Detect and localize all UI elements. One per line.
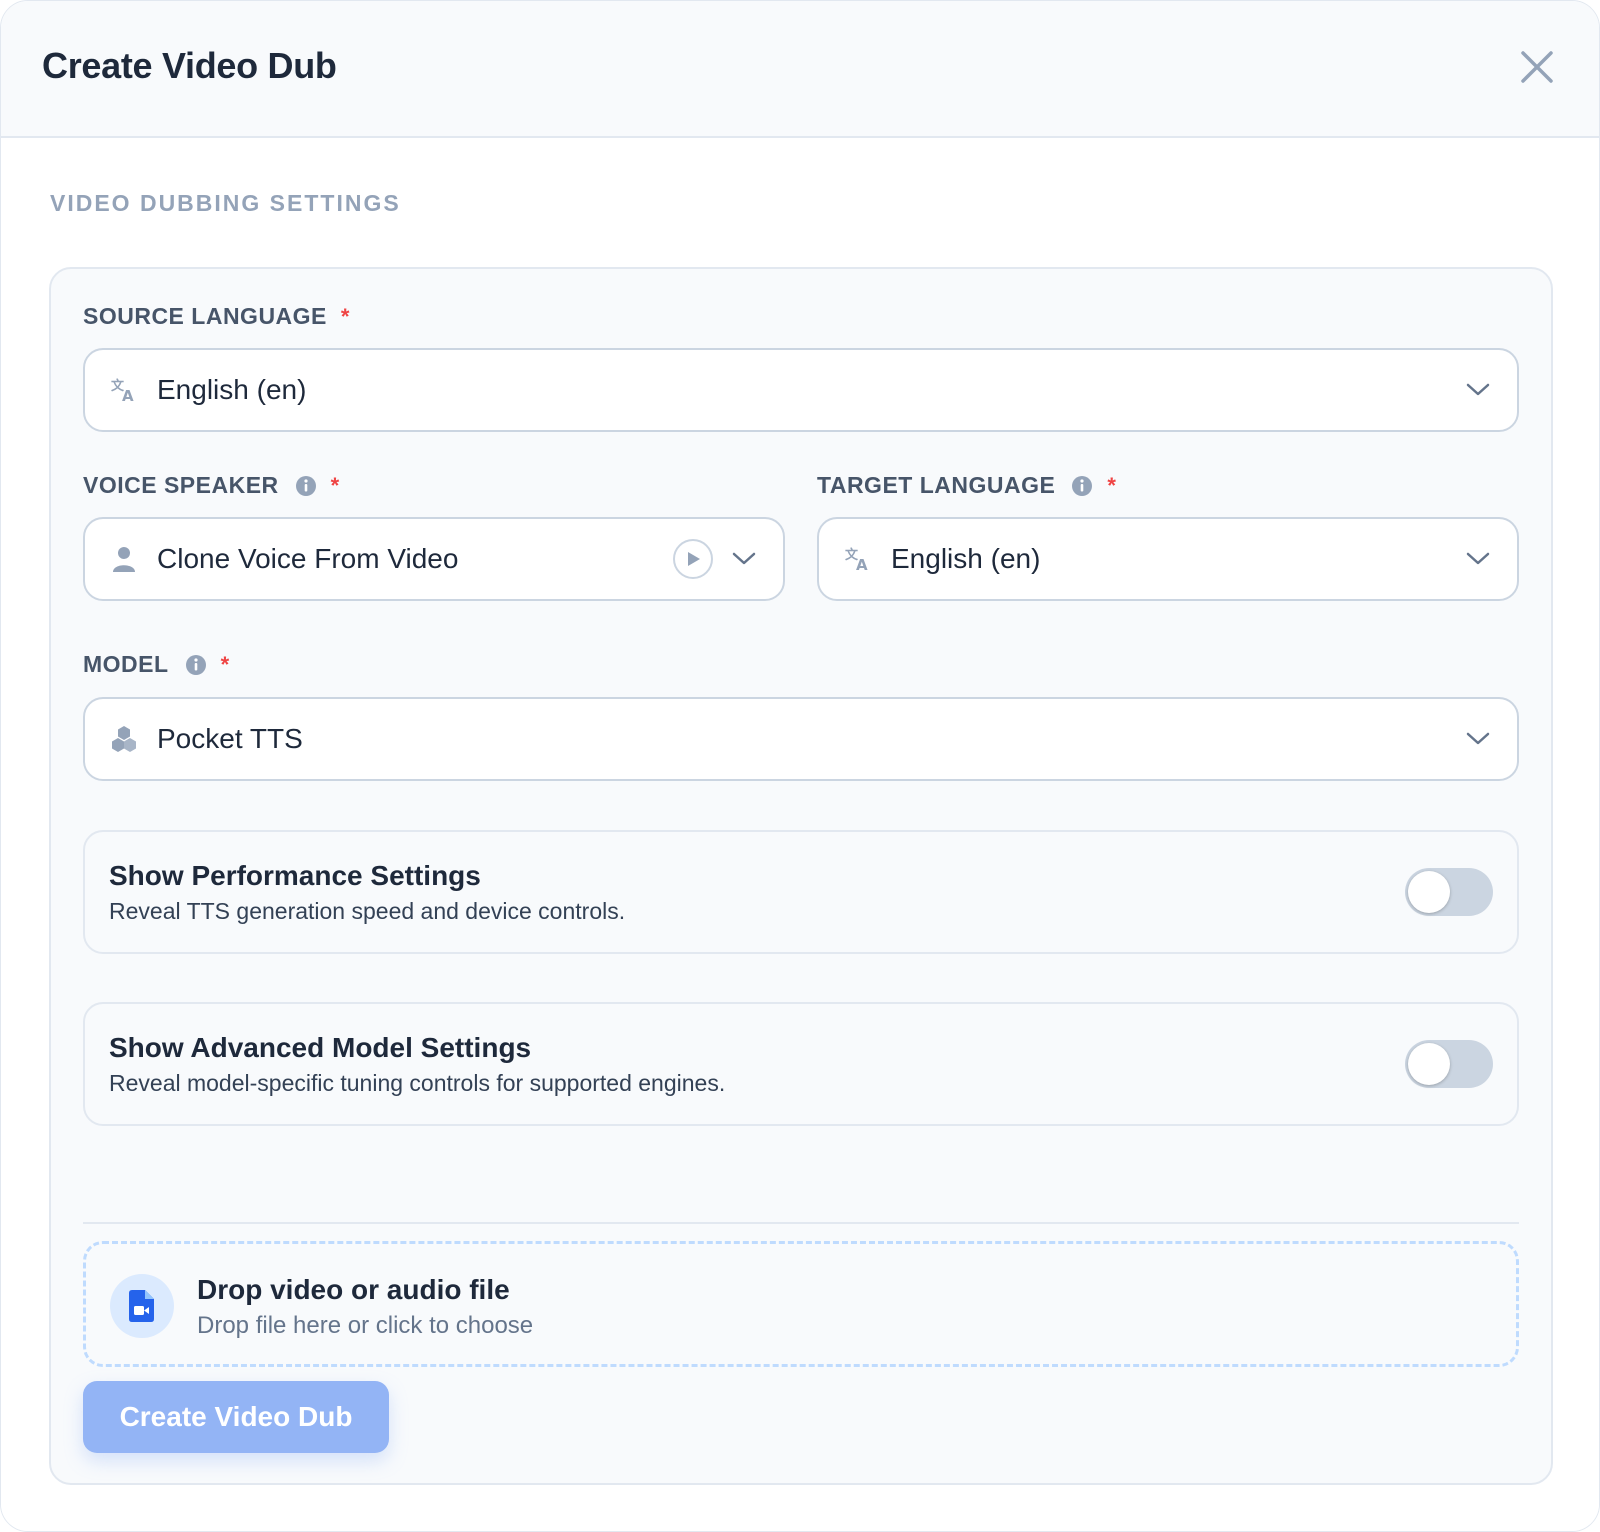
info-icon[interactable] — [1071, 475, 1093, 497]
chevron-down-icon — [1463, 544, 1493, 574]
person-icon — [109, 544, 139, 574]
create-video-dub-button[interactable]: Create Video Dub — [83, 1381, 389, 1453]
target-language-label: TARGET LANGUAGE * — [817, 472, 1116, 499]
voice-speaker-select[interactable]: Clone Voice From Video — [83, 517, 785, 601]
modal-title: Create Video Dub — [42, 45, 337, 86]
performance-settings-row: Show Performance Settings Reveal TTS gen… — [83, 830, 1519, 954]
svg-text:A: A — [122, 387, 134, 404]
voice-speaker-label: VOICE SPEAKER * — [83, 472, 340, 499]
toggle-knob — [1408, 1043, 1450, 1085]
modal-header: Create Video Dub — [1, 1, 1599, 138]
translate-icon: 文 A — [109, 375, 139, 405]
performance-settings-title: Show Performance Settings — [109, 860, 481, 891]
chevron-down-icon — [729, 544, 759, 574]
performance-settings-description: Reveal TTS generation speed and device c… — [109, 898, 626, 924]
target-language-select[interactable]: 文 A English (en) — [817, 517, 1519, 601]
preview-voice-button[interactable] — [673, 539, 713, 579]
create-video-dub-modal: Create Video Dub VIDEO DUBBING SETTINGS … — [0, 0, 1600, 1532]
performance-settings-toggle[interactable] — [1405, 868, 1493, 916]
svg-text:A: A — [856, 556, 868, 573]
source-language-select[interactable]: 文 A English (en) — [83, 348, 1519, 432]
source-language-label-text: SOURCE LANGUAGE — [83, 303, 327, 329]
dropzone-icon-badge — [110, 1274, 174, 1338]
advanced-settings-row: Show Advanced Model Settings Reveal mode… — [83, 1002, 1519, 1126]
close-icon — [1521, 51, 1553, 83]
model-select[interactable]: Pocket TTS — [83, 697, 1519, 781]
settings-card: SOURCE LANGUAGE * 文 A English (en) VOICE … — [49, 267, 1553, 1485]
model-label: MODEL * — [83, 651, 230, 678]
chevron-down-icon — [1463, 724, 1493, 754]
play-icon — [688, 552, 700, 566]
target-language-value: English (en) — [891, 543, 1041, 574]
toggle-knob — [1408, 871, 1450, 913]
target-language-label-text: TARGET LANGUAGE — [817, 472, 1056, 498]
translate-icon: 文 A — [843, 544, 873, 574]
source-language-value: English (en) — [157, 374, 307, 405]
advanced-settings-title: Show Advanced Model Settings — [109, 1032, 532, 1063]
voice-speaker-value: Clone Voice From Video — [157, 543, 459, 574]
video-file-icon — [129, 1290, 154, 1322]
dropzone-subtitle: Drop file here or click to choose — [197, 1312, 534, 1339]
info-icon[interactable] — [185, 654, 207, 676]
file-dropzone[interactable]: Drop video or audio file Drop file here … — [83, 1241, 1519, 1367]
info-icon[interactable] — [295, 475, 317, 497]
section-title: VIDEO DUBBING SETTINGS — [50, 190, 401, 216]
chevron-down-icon — [1463, 375, 1493, 405]
dropzone-title: Drop video or audio file — [197, 1274, 510, 1305]
advanced-settings-toggle[interactable] — [1405, 1040, 1493, 1088]
voice-speaker-label-text: VOICE SPEAKER — [83, 472, 279, 498]
model-value: Pocket TTS — [157, 723, 303, 754]
required-mark: * — [1107, 472, 1117, 498]
source-language-label: SOURCE LANGUAGE * — [83, 303, 350, 330]
cubes-icon — [109, 724, 139, 754]
model-label-text: MODEL — [83, 651, 169, 677]
divider — [83, 1222, 1519, 1224]
required-mark: * — [330, 472, 340, 498]
advanced-settings-description: Reveal model-specific tuning controls fo… — [109, 1070, 726, 1096]
required-mark: * — [220, 651, 230, 677]
modal-body: VIDEO DUBBING SETTINGS SOURCE LANGUAGE * … — [1, 138, 1599, 1531]
required-mark: * — [340, 303, 350, 329]
close-button[interactable] — [1515, 45, 1559, 89]
